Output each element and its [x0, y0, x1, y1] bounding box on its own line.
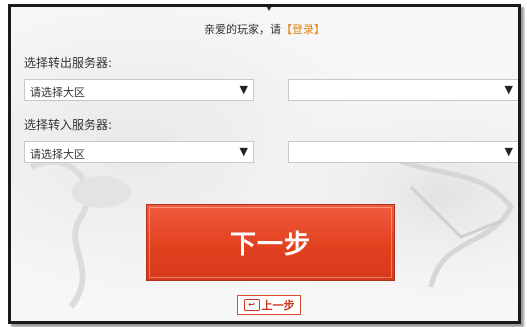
- from-server-select[interactable]: ▼: [288, 79, 518, 101]
- back-arrow-icon: ↩: [243, 299, 260, 311]
- to-region-select[interactable]: 请选择大区 ▼: [24, 141, 254, 163]
- welcome-text: 亲爱的玩家，请: [204, 23, 281, 36]
- from-region-select[interactable]: 请选择大区 ▼: [24, 79, 254, 101]
- from-region-value: 请选择大区: [30, 86, 85, 99]
- from-server-label: 选择转出服务器:: [24, 56, 113, 70]
- previous-step-label: 上一步: [261, 299, 295, 312]
- next-step-button[interactable]: 下一步: [146, 204, 395, 281]
- next-step-label: 下一步: [229, 230, 311, 260]
- login-link[interactable]: 【登录】: [281, 23, 325, 36]
- to-server-select[interactable]: ▼: [288, 141, 518, 163]
- previous-step-button[interactable]: ↩ 上一步: [237, 295, 301, 315]
- window-frame: 亲爱的玩家，请【登录】 选择转出服务器: 请选择大区 ▼ ▼ 选择转入服务器: …: [8, 4, 521, 324]
- dropdown-arrow-icon: ▼: [239, 83, 248, 96]
- top-caret-icon: [266, 7, 272, 11]
- welcome-message: 亲爱的玩家，请【登录】: [11, 21, 518, 37]
- dropdown-arrow-icon: ▼: [504, 145, 513, 158]
- dropdown-arrow-icon: ▼: [239, 145, 248, 158]
- to-server-label: 选择转入服务器:: [24, 118, 113, 132]
- to-region-value: 请选择大区: [30, 148, 85, 161]
- dropdown-arrow-icon: ▼: [504, 83, 513, 96]
